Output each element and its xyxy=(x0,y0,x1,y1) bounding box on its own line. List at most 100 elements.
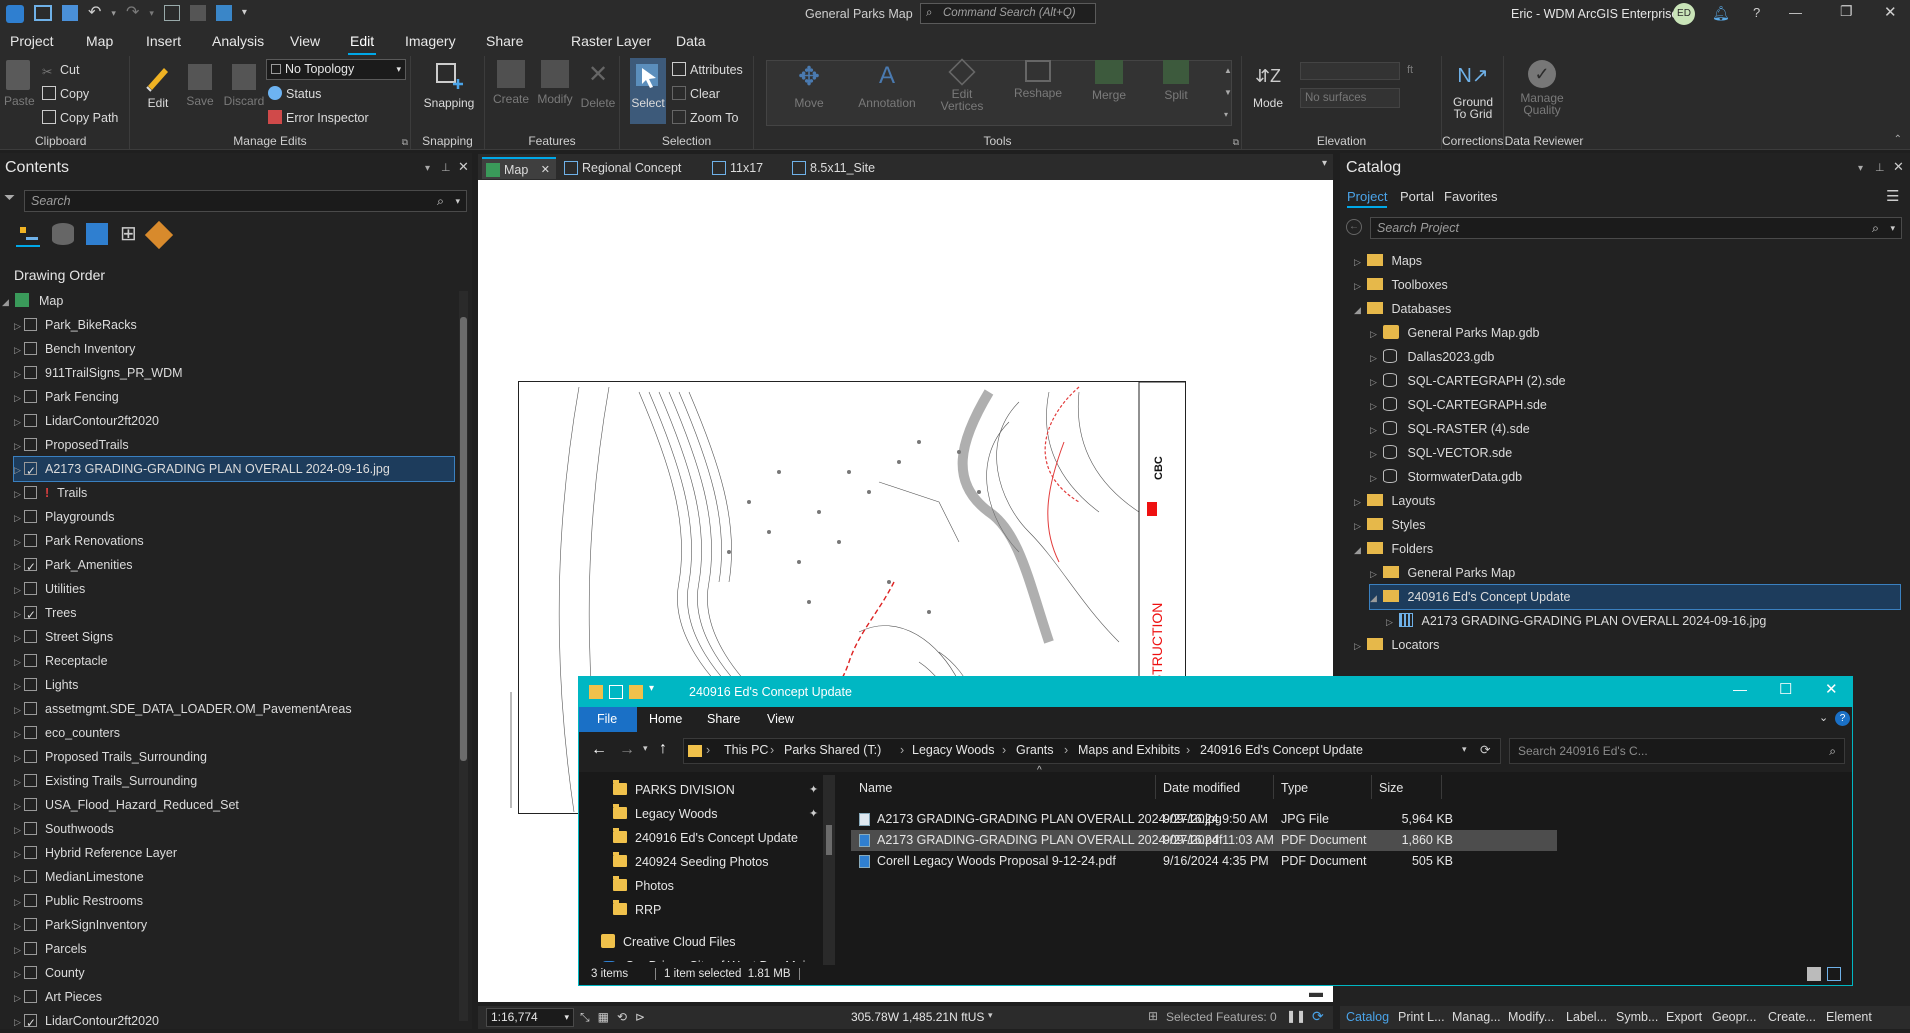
expand-caret-icon[interactable]: ▷ xyxy=(1370,346,1380,370)
catalog-item[interactable]: ▷ SQL-VECTOR.sde xyxy=(1370,441,1512,465)
map-node[interactable]: ◢ Map xyxy=(2,289,63,313)
pan-icon[interactable] xyxy=(215,5,232,21)
expand-caret-icon[interactable]: ▷ xyxy=(14,746,24,770)
catalog-item[interactable]: ▷ Dallas2023.gdb xyxy=(1370,345,1494,369)
catalog-item[interactable]: ▷ A2173 GRADING-GRADING PLAN OVERALL 202… xyxy=(1386,609,1766,633)
layer-visibility-checkbox[interactable] xyxy=(24,390,37,403)
dock-tab[interactable]: Element xyxy=(1826,1010,1872,1024)
modify-button[interactable]: Modify xyxy=(533,60,577,106)
scroll-up-icon[interactable]: ▲ xyxy=(1224,60,1232,82)
details-view-icon[interactable] xyxy=(1807,967,1821,981)
catalog-tab-project[interactable]: Project xyxy=(1347,189,1388,208)
scale-dropdown[interactable]: 1:16,774 ▾ xyxy=(486,1008,574,1027)
layer-row[interactable]: ▷ A2173 GRADING-GRADING PLAN OVERALL 2024… xyxy=(13,456,455,483)
signed-in-user[interactable]: Eric - WDM ArcGIS Enterprise xyxy=(1511,7,1678,21)
snapping-button[interactable]: Snapping xyxy=(419,60,479,110)
nav-item[interactable]: Photos xyxy=(613,874,674,898)
new-folder-icon[interactable] xyxy=(629,685,643,699)
layer-row[interactable]: ▷ Public Restrooms xyxy=(14,889,143,913)
dock-tab[interactable]: Create... xyxy=(1768,1010,1816,1024)
layer-visibility-checkbox[interactable] xyxy=(24,918,37,931)
catalog-item[interactable]: ▷ General Parks Map xyxy=(1370,561,1515,585)
catalog-item[interactable]: ▷ SQL-CARTEGRAPH (2).sde xyxy=(1370,369,1566,393)
explorer-close-icon[interactable]: ✕ xyxy=(1825,680,1838,698)
layer-row[interactable]: ▷ Utilities xyxy=(14,577,85,601)
nav-item[interactable]: Legacy Woods ✦ xyxy=(613,802,818,826)
layer-visibility-checkbox[interactable] xyxy=(24,654,37,667)
list-by-selection-icon[interactable] xyxy=(86,223,108,245)
layer-visibility-checkbox[interactable] xyxy=(24,894,37,907)
back-icon[interactable]: ← xyxy=(1346,219,1362,235)
dialog-launcher-icon[interactable]: ⧉ xyxy=(402,137,408,148)
pause-drawing-icon[interactable]: ❚❚ xyxy=(1286,1009,1306,1023)
tab-regional-concept[interactable]: Regional Concept xyxy=(560,157,681,179)
dock-tab[interactable]: Label... xyxy=(1566,1010,1607,1024)
new-map-icon[interactable] xyxy=(163,5,180,21)
manage-quality-button[interactable]: ✓ Manage Quality xyxy=(1512,60,1572,117)
catalog-item[interactable]: ▷ Layouts xyxy=(1354,489,1435,513)
catalog-menu-icon[interactable]: ☰ xyxy=(1886,187,1899,205)
restore-icon[interactable]: ❐ xyxy=(1840,3,1853,20)
breadcrumb-parks-shared[interactable]: Parks Shared (T:) xyxy=(784,743,881,757)
scroll-down-icon[interactable]: ▼ xyxy=(1224,82,1232,104)
layer-row[interactable]: ▷ ParkSignInventory xyxy=(14,913,147,937)
create-button[interactable]: Create xyxy=(491,60,531,106)
explorer-search[interactable]: Search 240916 Ed's C... ⌕ xyxy=(1509,738,1845,764)
redo-icon[interactable]: ↷ xyxy=(126,5,139,23)
contents-scrollbar[interactable] xyxy=(459,291,468,1021)
expand-caret-icon[interactable]: ◢ xyxy=(1354,298,1364,322)
cut-button[interactable]: ✂ Cut xyxy=(42,60,79,80)
rotate-icon[interactable]: ⟲ xyxy=(617,1010,627,1025)
catalog-item[interactable]: ▷ SQL-RASTER (4).sde xyxy=(1370,417,1530,441)
close-app-icon[interactable]: ✕ xyxy=(1884,3,1897,21)
expand-caret-icon[interactable]: ▷ xyxy=(14,962,24,986)
edit-button[interactable]: Edit xyxy=(142,60,174,110)
expand-caret-icon[interactable]: ▷ xyxy=(1370,466,1380,490)
redo-dropdown-icon[interactable]: ▾ xyxy=(149,5,154,23)
explorer-minimize-icon[interactable]: — xyxy=(1733,681,1747,697)
file-row[interactable]: A2173 GRADING-GRADING PLAN OVERALL 2024-… xyxy=(851,809,1557,830)
layer-row[interactable]: ▷ Trees xyxy=(14,601,77,627)
breadcrumb-grants[interactable]: Grants xyxy=(1016,743,1054,757)
address-dropdown-icon[interactable]: ▾ xyxy=(1462,744,1467,755)
expand-gallery-icon[interactable]: ▾ xyxy=(1224,104,1232,126)
layer-visibility-checkbox[interactable] xyxy=(24,750,37,763)
undo-icon[interactable]: ↶ xyxy=(88,5,101,23)
layer-row[interactable]: ▷ 911TrailSigns_PR_WDM xyxy=(14,361,183,385)
up-arrow-icon[interactable]: ↑ xyxy=(659,740,667,758)
menu-file[interactable]: File xyxy=(597,712,617,726)
tab-imagery[interactable]: Imagery xyxy=(405,33,456,49)
expand-caret-icon[interactable]: ▷ xyxy=(14,626,24,650)
column-type[interactable]: Type xyxy=(1281,781,1308,795)
layer-row[interactable]: ▷ Parcels xyxy=(14,937,87,961)
menu-view[interactable]: View xyxy=(767,712,794,726)
tab-map-view[interactable]: Map ✕ xyxy=(482,157,556,179)
catalog-item[interactable]: ◢ Databases xyxy=(1354,297,1451,321)
copy-path-button[interactable]: Copy Path xyxy=(42,108,118,128)
error-inspector-button[interactable]: Error Inspector xyxy=(268,108,369,128)
column-divider[interactable] xyxy=(1273,775,1274,799)
reshape-tool[interactable]: Reshape xyxy=(1010,60,1066,100)
command-search[interactable]: ⌕ Command Search (Alt+Q) xyxy=(920,3,1096,24)
column-divider[interactable] xyxy=(1441,775,1442,799)
layer-row[interactable]: ▷ eco_counters xyxy=(14,721,120,745)
tab-data[interactable]: Data xyxy=(676,33,706,49)
catalog-tab-portal[interactable]: Portal xyxy=(1400,189,1434,204)
move-tool[interactable]: ✥ Move xyxy=(784,60,834,110)
layer-row[interactable]: ▷ Street Signs xyxy=(14,625,113,649)
clear-button[interactable]: Clear xyxy=(672,84,720,104)
breadcrumb-maps-and-exhibits[interactable]: Maps and Exhibits xyxy=(1078,743,1180,757)
dock-tab[interactable]: Manag... xyxy=(1452,1010,1501,1024)
expand-caret-icon[interactable]: ▷ xyxy=(14,938,24,962)
grid-icon[interactable]: ▦ xyxy=(598,1010,609,1025)
layer-row[interactable]: ▷ Lights xyxy=(14,673,78,697)
column-size[interactable]: Size xyxy=(1379,781,1403,795)
paste-button[interactable]: Paste xyxy=(4,60,35,108)
pane-options-icon[interactable]: ▾ xyxy=(1858,163,1863,174)
layer-visibility-checkbox[interactable] xyxy=(24,822,37,835)
properties-icon[interactable] xyxy=(609,685,623,699)
nav-item[interactable]: 240924 Seeding Photos xyxy=(613,850,768,874)
app-icon[interactable] xyxy=(6,5,24,23)
tab-view[interactable]: View xyxy=(290,33,320,49)
expand-caret-icon[interactable]: ▷ xyxy=(14,338,24,362)
